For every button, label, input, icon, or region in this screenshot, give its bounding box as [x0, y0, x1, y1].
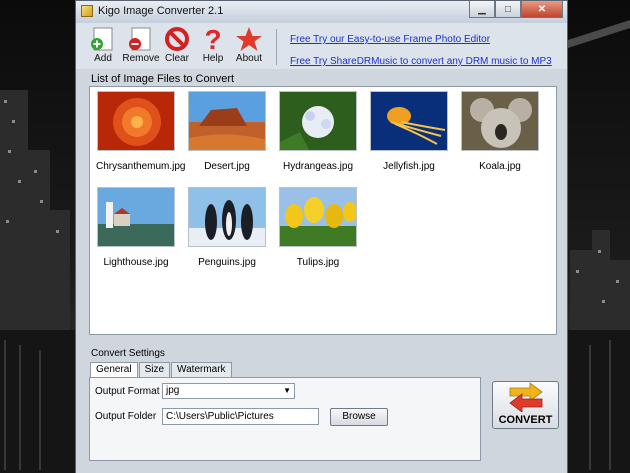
- clear-button[interactable]: Clear: [158, 26, 196, 68]
- clear-label: Clear: [165, 53, 189, 64]
- tab-size[interactable]: Size: [138, 362, 171, 377]
- title-bar[interactable]: Kigo Image Converter 2.1 ▁ □ ✕: [76, 1, 567, 23]
- output-folder-field[interactable]: C:\Users\Public\Pictures: [162, 408, 319, 425]
- browse-button[interactable]: Browse: [330, 408, 388, 426]
- output-format-label: Output Format: [95, 386, 160, 397]
- app-icon: [81, 5, 93, 17]
- about-label: About: [235, 53, 263, 64]
- list-item[interactable]: Desert.jpg: [187, 91, 267, 172]
- penguins-thumbnail: [188, 187, 267, 248]
- list-item[interactable]: Chrysanthemum.jpg: [96, 91, 186, 172]
- toolbar: Add Remove Clear ? Help About Free Try o…: [76, 23, 567, 69]
- output-folder-label: Output Folder: [95, 411, 157, 422]
- help-button[interactable]: ? Help: [194, 26, 232, 68]
- chrysanthemum-thumbnail: [97, 91, 176, 152]
- help-label: Help: [202, 53, 224, 64]
- about-icon: [236, 27, 262, 51]
- file-name: Chrysanthemum.jpg: [96, 161, 186, 172]
- maximize-button[interactable]: □: [495, 1, 521, 18]
- file-list-label: List of Image Files to Convert: [91, 73, 235, 85]
- remove-label: Remove: [122, 53, 160, 64]
- output-format-value: jpg: [166, 385, 180, 396]
- list-item[interactable]: Tulips.jpg: [278, 187, 358, 268]
- list-item[interactable]: Jellyfish.jpg: [369, 91, 449, 172]
- image-file-list[interactable]: Chrysanthemum.jpg Desert.jpg Hydrangeas.…: [89, 86, 557, 335]
- file-name: Hydrangeas.jpg: [282, 161, 354, 172]
- convert-settings-group: Convert Settings General Size Watermark …: [86, 345, 484, 463]
- tab-watermark[interactable]: Watermark: [171, 362, 232, 377]
- add-button[interactable]: Add: [84, 26, 122, 68]
- koala-thumbnail: [461, 91, 540, 152]
- file-name: Jellyfish.jpg: [383, 161, 435, 172]
- window-title: Kigo Image Converter 2.1: [98, 5, 224, 17]
- list-item[interactable]: Lighthouse.jpg: [96, 187, 176, 268]
- tulips-thumbnail: [279, 187, 358, 248]
- desert-thumbnail: [188, 91, 267, 152]
- app-window: Kigo Image Converter 2.1 ▁ □ ✕ Add Remov…: [75, 0, 568, 473]
- add-icon: [91, 27, 113, 51]
- output-format-select[interactable]: jpg ▼: [162, 383, 295, 399]
- convert-button[interactable]: CONVERT: [492, 381, 559, 429]
- convert-label: CONVERT: [498, 414, 553, 426]
- hydrangeas-thumbnail: [279, 91, 358, 152]
- about-button[interactable]: About: [230, 26, 268, 68]
- help-icon: ?: [204, 26, 221, 52]
- toolbar-divider: [276, 29, 277, 65]
- jellyfish-thumbnail: [370, 91, 449, 152]
- general-tab-panel: Output Format jpg ▼ Output Folder C:\Use…: [89, 377, 481, 461]
- remove-button[interactable]: Remove: [122, 26, 160, 68]
- list-item[interactable]: Hydrangeas.jpg: [278, 91, 358, 172]
- file-name: Koala.jpg: [479, 161, 521, 172]
- convert-arrows-icon: [508, 382, 543, 413]
- clear-icon: [165, 27, 189, 51]
- file-name: Desert.jpg: [204, 161, 250, 172]
- file-name: Tulips.jpg: [296, 257, 340, 268]
- svg-text:?: ?: [204, 26, 221, 52]
- convert-settings-legend: Convert Settings: [91, 348, 165, 359]
- sharedrmusic-link[interactable]: Free Try ShareDRMusic to convert any DRM…: [290, 56, 552, 67]
- minimize-button[interactable]: ▁: [469, 1, 495, 18]
- list-item[interactable]: Koala.jpg: [460, 91, 540, 172]
- chevron-down-icon: ▼: [283, 386, 291, 395]
- tab-general[interactable]: General: [90, 362, 138, 378]
- file-name: Lighthouse.jpg: [103, 257, 169, 268]
- remove-icon: [129, 27, 151, 51]
- lighthouse-thumbnail: [97, 187, 176, 248]
- list-item[interactable]: Penguins.jpg: [187, 187, 267, 268]
- frame-photo-editor-link[interactable]: Free Try our Easy-to-use Frame Photo Edi…: [290, 34, 490, 45]
- settings-tabs: General Size Watermark: [90, 362, 233, 378]
- close-button[interactable]: ✕: [521, 1, 563, 18]
- file-name: Penguins.jpg: [198, 257, 256, 268]
- add-label: Add: [94, 53, 112, 64]
